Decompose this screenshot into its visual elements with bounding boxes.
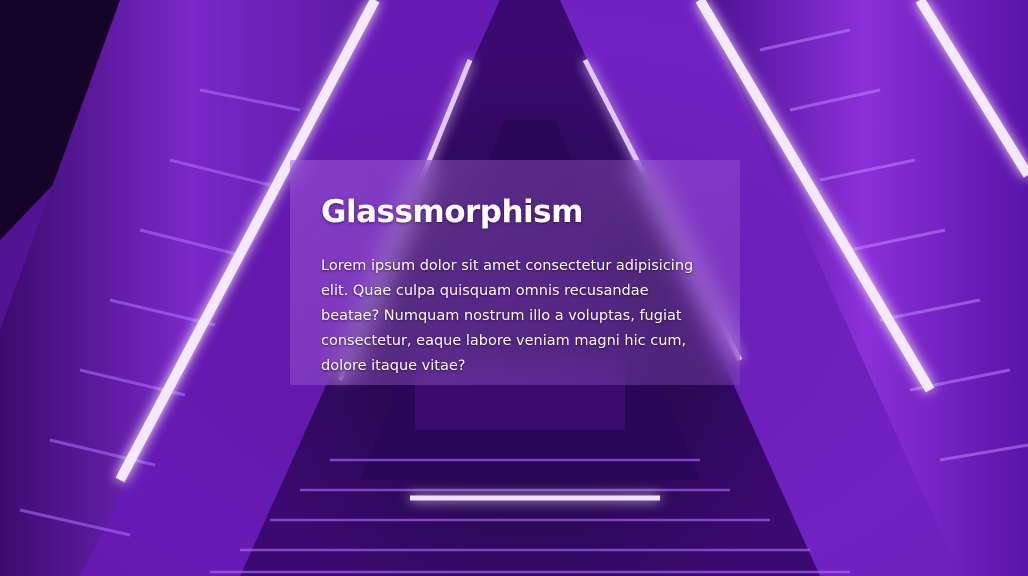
glass-card: Glassmorphism Lorem ipsum dolor sit amet… — [290, 160, 740, 385]
card-body-text: Lorem ipsum dolor sit amet consectetur a… — [321, 258, 694, 374]
page-background: Glassmorphism Lorem ipsum dolor sit amet… — [0, 0, 1028, 576]
card-title: Glassmorphism — [321, 194, 583, 230]
